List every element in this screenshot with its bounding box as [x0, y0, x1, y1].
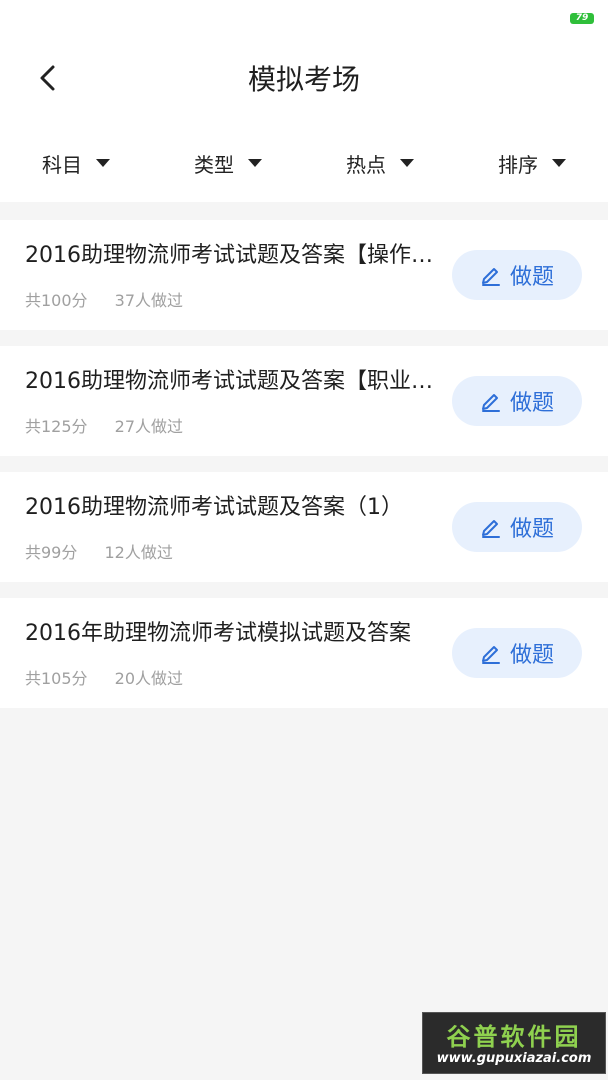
filter-label: 科目: [42, 152, 82, 177]
start-exam-label: 做题: [509, 391, 554, 416]
start-exam-button[interactable]: 做题: [452, 628, 582, 678]
watermark-url: www.gupuxiazai.com: [436, 1051, 592, 1066]
start-exam-button[interactable]: 做题: [452, 502, 582, 552]
exam-title: 2016助理物流师考试试题及答案【操作技能】: [25, 243, 445, 268]
filter-bar: 科目 类型 热点 排序: [0, 124, 608, 202]
caret-down-icon: [400, 159, 414, 167]
filter-label: 排序: [498, 152, 538, 177]
caret-down-icon: [552, 159, 566, 167]
watermark-logo: 谷普软件园 www.gupuxiazai.com: [422, 1012, 606, 1074]
exam-count: 12人做过: [104, 543, 173, 562]
exam-count: 27人做过: [114, 417, 184, 436]
filter-subject[interactable]: 科目: [0, 124, 152, 202]
exam-meta: 共125分 27人做过: [25, 415, 183, 439]
exam-title: 2016助理物流师考试试题及答案【职业道德】: [25, 369, 445, 394]
pencil-icon: [481, 520, 500, 538]
exam-score: 共105分: [25, 669, 88, 688]
start-exam-label: 做题: [509, 643, 554, 668]
pencil-icon: [481, 394, 500, 412]
start-exam-button[interactable]: 做题: [452, 250, 582, 300]
exam-meta: 共105分 20人做过: [25, 667, 183, 691]
exam-meta: 共99分 12人做过: [25, 541, 173, 565]
caret-down-icon: [96, 159, 110, 167]
exam-title: 2016助理物流师考试试题及答案（1）: [25, 495, 403, 520]
pencil-icon: [481, 268, 500, 286]
start-exam-button[interactable]: 做题: [452, 376, 582, 426]
filter-type[interactable]: 类型: [152, 124, 304, 202]
filter-label: 热点: [346, 152, 386, 177]
exam-score: 共99分: [25, 543, 78, 562]
battery-icon: 79: [570, 13, 594, 24]
start-exam-label: 做题: [509, 517, 554, 542]
exam-score: 共125分: [25, 417, 88, 436]
exam-item[interactable]: 2016助理物流师考试试题及答案【职业道德】 共125分 27人做过 做题: [0, 346, 608, 456]
page-title: 模拟考场: [247, 63, 360, 96]
exam-count: 37人做过: [114, 291, 184, 310]
watermark-title: 谷普软件园: [446, 1023, 582, 1051]
pencil-icon: [481, 646, 500, 664]
exam-title: 2016年助理物流师考试模拟试题及答案: [25, 621, 411, 646]
exam-item[interactable]: 2016助理物流师考试试题及答案【操作技能】 共100分 37人做过 做题: [0, 220, 608, 330]
start-exam-label: 做题: [509, 265, 554, 290]
filter-sort[interactable]: 排序: [456, 124, 608, 202]
exam-item[interactable]: 2016助理物流师考试试题及答案（1） 共99分 12人做过 做题: [0, 472, 608, 582]
filter-label: 类型: [194, 152, 234, 177]
exam-item[interactable]: 2016年助理物流师考试模拟试题及答案 共105分 20人做过 做题: [0, 598, 608, 708]
header: 模拟考场: [0, 36, 608, 124]
caret-down-icon: [248, 159, 262, 167]
exam-list: 2016助理物流师考试试题及答案【操作技能】 共100分 37人做过 做题 20…: [0, 220, 608, 724]
exam-count: 20人做过: [114, 669, 184, 688]
filter-hot[interactable]: 热点: [304, 124, 456, 202]
exam-meta: 共100分 37人做过: [25, 289, 183, 313]
exam-score: 共100分: [25, 291, 88, 310]
status-bar: 79: [0, 0, 608, 36]
